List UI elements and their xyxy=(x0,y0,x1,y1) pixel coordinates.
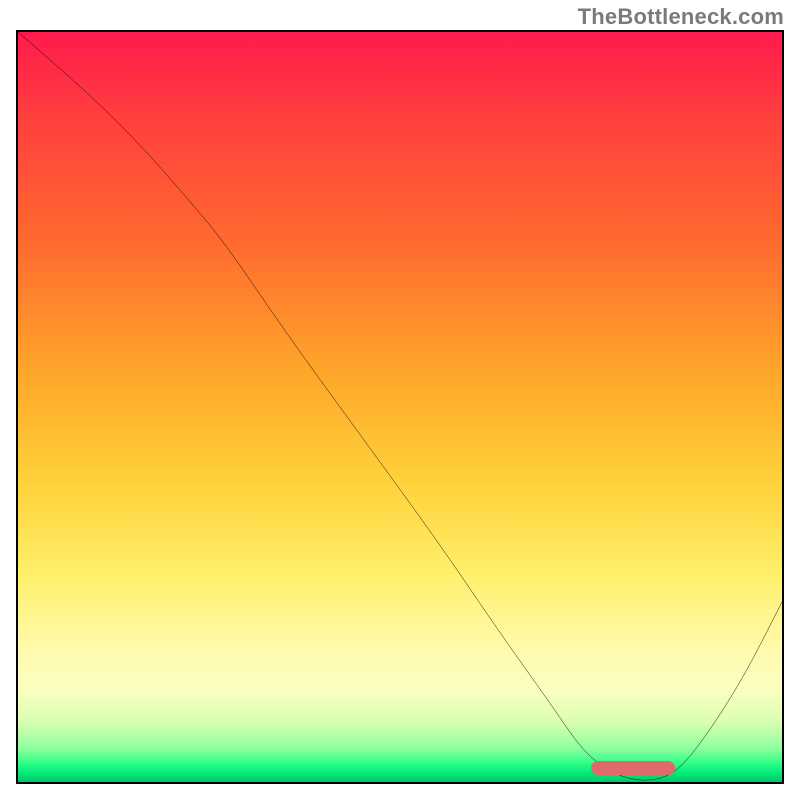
chart-frame: TheBottleneck.com xyxy=(0,0,800,800)
optimal-range-marker xyxy=(591,761,675,775)
bottleneck-curve xyxy=(18,32,782,782)
watermark-text: TheBottleneck.com xyxy=(578,4,784,30)
plot-area xyxy=(16,30,784,784)
